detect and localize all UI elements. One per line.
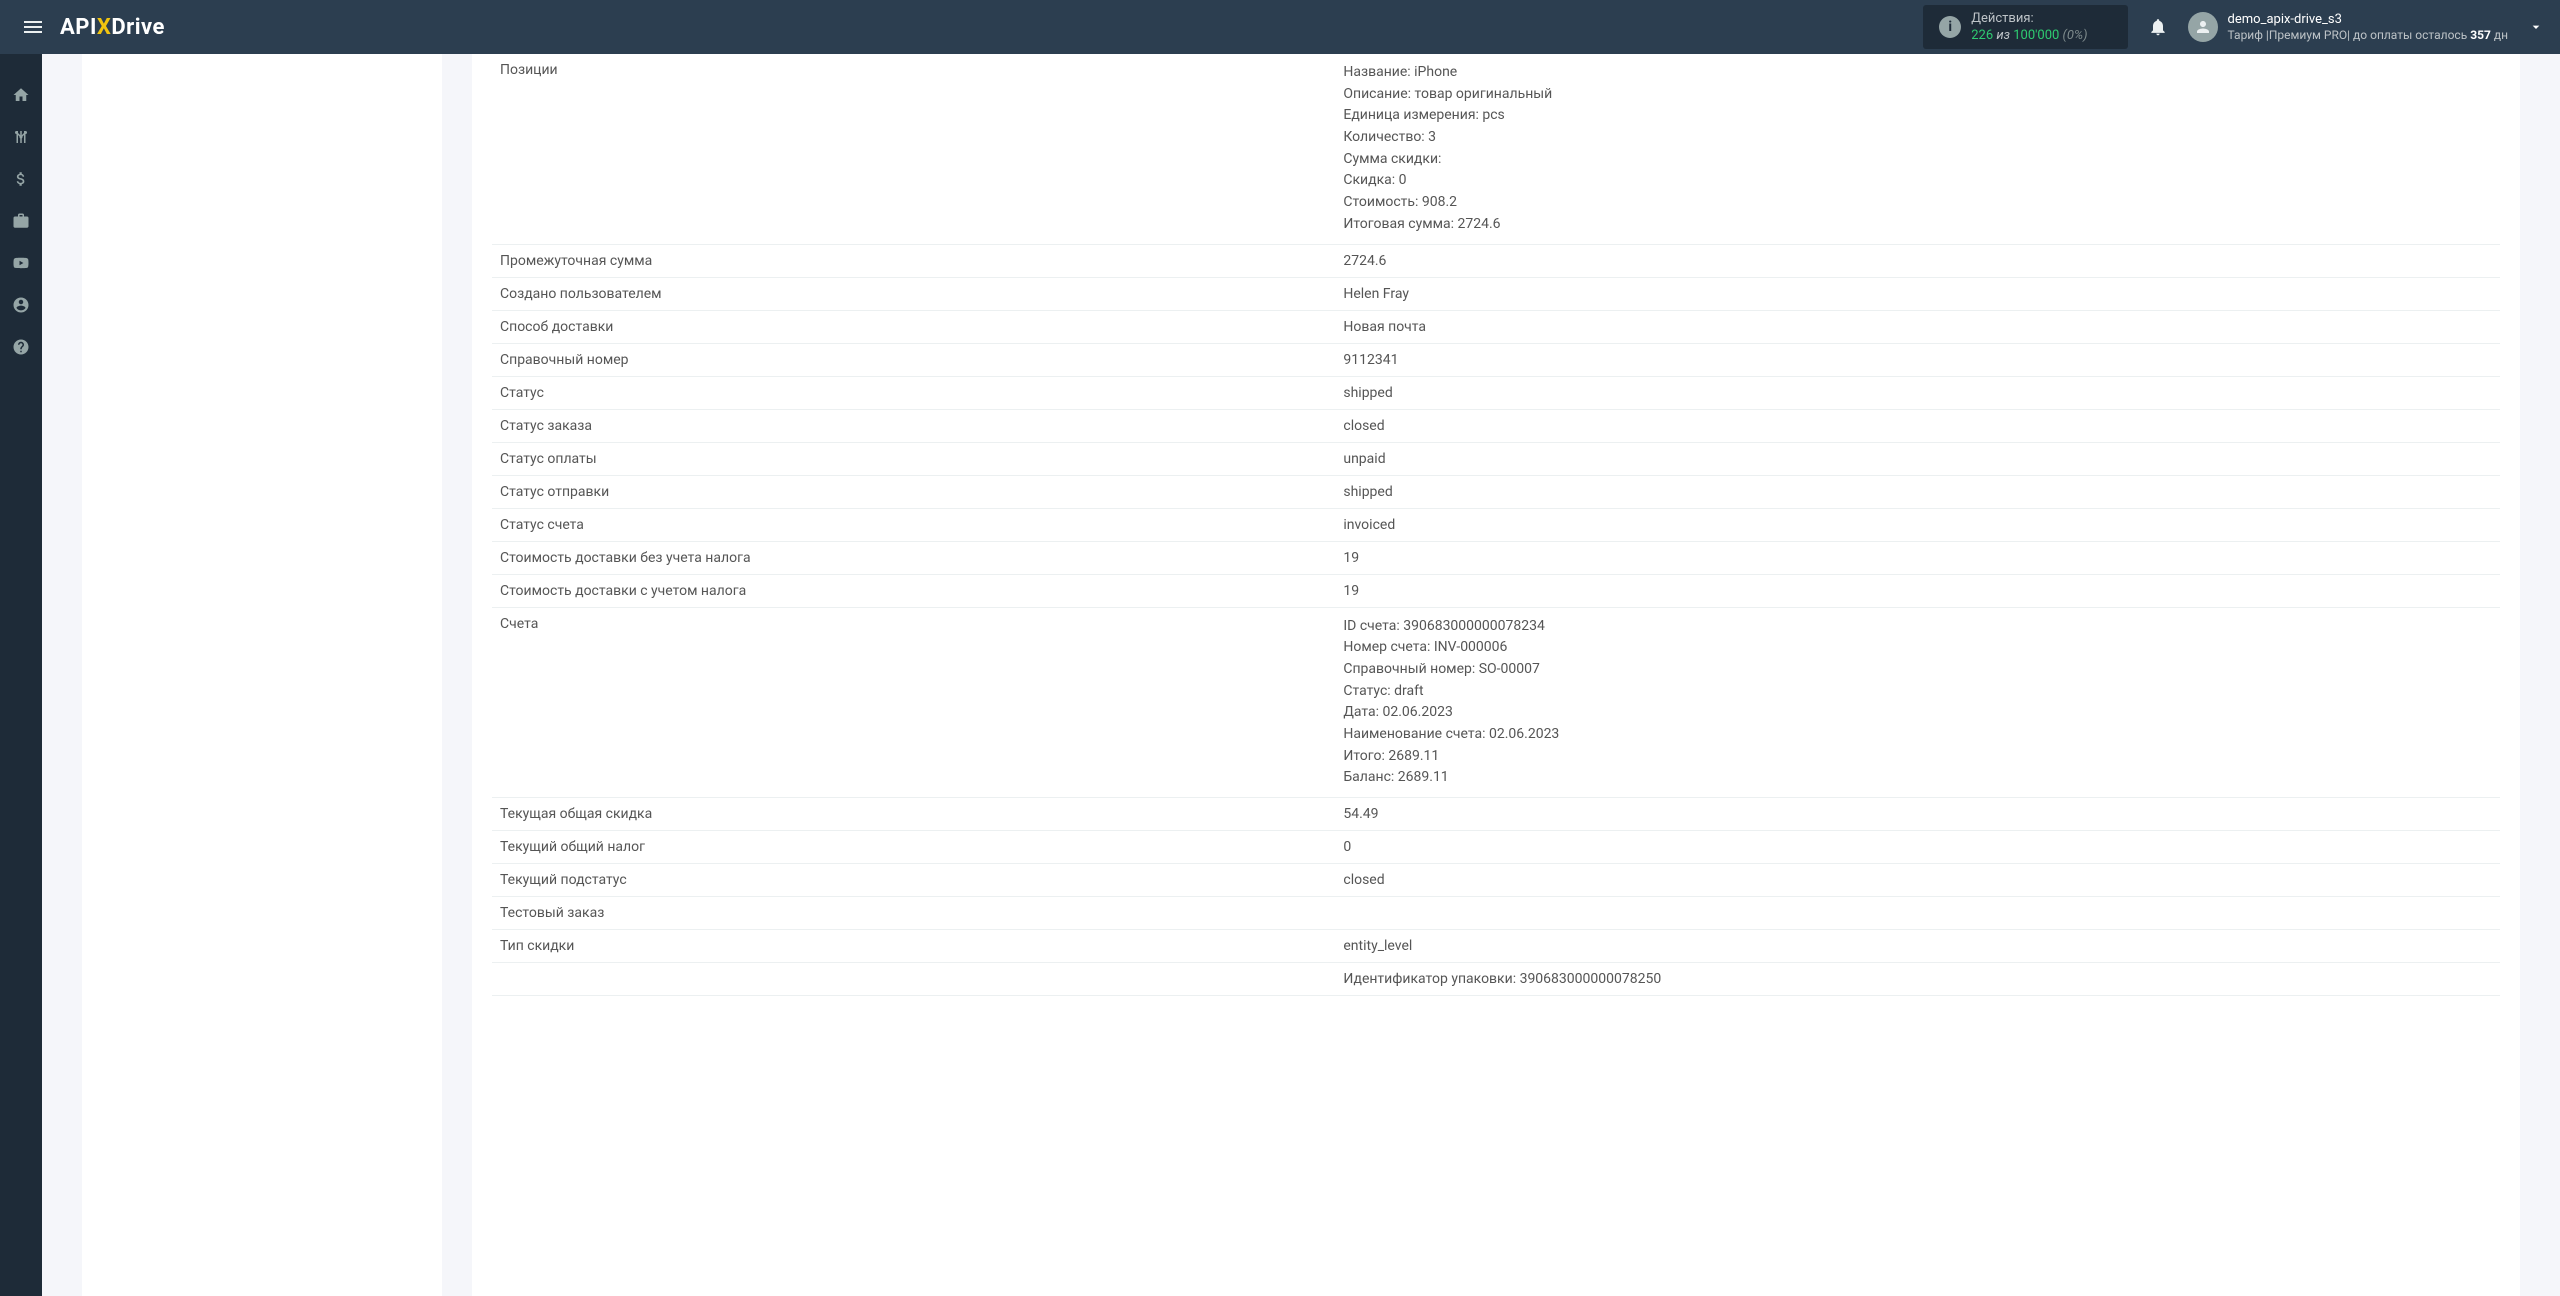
row-label: Статус отправки xyxy=(492,475,1335,508)
row-label: Текущая общая скидка xyxy=(492,798,1335,831)
sidebar-home[interactable] xyxy=(0,74,42,116)
table-row: Статус оплатыunpaid xyxy=(492,442,2500,475)
row-label: Способ доставки xyxy=(492,310,1335,343)
row-value: shipped xyxy=(1335,376,2500,409)
sidebar-connections[interactable] xyxy=(0,116,42,158)
table-row: Промежуточная сумма2724.6 xyxy=(492,244,2500,277)
row-value: Новая почта xyxy=(1335,310,2500,343)
row-value: invoiced xyxy=(1335,508,2500,541)
row-label: Статус xyxy=(492,376,1335,409)
info-icon: i xyxy=(1939,16,1961,38)
actions-values: 226 из 100'000 (0%) xyxy=(1971,28,2087,43)
row-label xyxy=(492,963,1335,996)
row-value: closed xyxy=(1335,864,2500,897)
table-row: ПозицииНазвание: iPhoneОписание: товар о… xyxy=(492,54,2500,244)
table-row: Статус заказаclosed xyxy=(492,409,2500,442)
right-panel: ПозицииНазвание: iPhoneОписание: товар о… xyxy=(472,54,2520,1296)
row-value: entity_level xyxy=(1335,930,2500,963)
row-label: Стоимость доставки с учетом налога xyxy=(492,574,1335,607)
table-row: СчетаID счета: 390683000000078234Номер с… xyxy=(492,607,2500,798)
table-row: Способ доставкиНовая почта xyxy=(492,310,2500,343)
row-value: shipped xyxy=(1335,475,2500,508)
row-value xyxy=(1335,897,2500,930)
row-value: ID счета: 390683000000078234Номер счета:… xyxy=(1335,607,2500,798)
sidebar-briefcase[interactable] xyxy=(0,200,42,242)
logo-api: API xyxy=(60,15,97,40)
row-label: Статус счета xyxy=(492,508,1335,541)
row-value: Helen Fray xyxy=(1335,277,2500,310)
row-value: 2724.6 xyxy=(1335,244,2500,277)
row-label: Тип скидки xyxy=(492,930,1335,963)
logo-x: X xyxy=(97,15,111,40)
user-menu[interactable]: demo_apix-drive_s3 Тариф |Премиум PRO| д… xyxy=(2188,12,2544,42)
main-content: ПозицииНазвание: iPhoneОписание: товар о… xyxy=(42,54,2560,1296)
row-label: Статус оплаты xyxy=(492,442,1335,475)
sidebar-billing[interactable] xyxy=(0,158,42,200)
row-value: 0 xyxy=(1335,831,2500,864)
sidebar-help[interactable] xyxy=(0,326,42,368)
row-label: Позиции xyxy=(492,54,1335,244)
row-value: Название: iPhoneОписание: товар оригинал… xyxy=(1335,54,2500,244)
data-table: ПозицииНазвание: iPhoneОписание: товар о… xyxy=(492,54,2500,996)
table-row: Текущий общий налог0 xyxy=(492,831,2500,864)
sidebar-youtube[interactable] xyxy=(0,242,42,284)
bell-icon[interactable] xyxy=(2148,17,2168,37)
table-row: Текущая общая скидка54.49 xyxy=(492,798,2500,831)
table-row: Стоимость доставки без учета налога19 xyxy=(492,541,2500,574)
hamburger-menu[interactable] xyxy=(16,13,50,41)
actions-label: Действия: xyxy=(1971,11,2087,26)
table-row: Тестовый заказ xyxy=(492,897,2500,930)
row-value: 19 xyxy=(1335,574,2500,607)
sidebar-profile[interactable] xyxy=(0,284,42,326)
row-label: Тестовый заказ xyxy=(492,897,1335,930)
logo-drive: Drive xyxy=(111,15,165,40)
actions-box[interactable]: i Действия: 226 из 100'000 (0%) xyxy=(1923,5,2127,49)
table-row: Статус счетаinvoiced xyxy=(492,508,2500,541)
row-value: closed xyxy=(1335,409,2500,442)
row-value: 19 xyxy=(1335,541,2500,574)
table-row: Статус отправкиshipped xyxy=(492,475,2500,508)
table-row: Текущий подстатусclosed xyxy=(492,864,2500,897)
avatar-icon xyxy=(2188,12,2218,42)
sidebar xyxy=(0,54,42,1296)
user-info: demo_apix-drive_s3 Тариф |Премиум PRO| д… xyxy=(2228,12,2508,42)
table-row: Справочный номер9112341 xyxy=(492,343,2500,376)
logo[interactable]: APIXDrive xyxy=(60,15,165,40)
table-row: Статусshipped xyxy=(492,376,2500,409)
row-value: unpaid xyxy=(1335,442,2500,475)
row-label: Текущий общий налог xyxy=(492,831,1335,864)
left-panel xyxy=(82,54,442,1296)
row-label: Стоимость доставки без учета налога xyxy=(492,541,1335,574)
row-label: Текущий подстатус xyxy=(492,864,1335,897)
table-row: Стоимость доставки с учетом налога19 xyxy=(492,574,2500,607)
row-label: Создано пользователем xyxy=(492,277,1335,310)
row-label: Справочный номер xyxy=(492,343,1335,376)
header: APIXDrive i Действия: 226 из 100'000 (0%… xyxy=(0,0,2560,54)
table-row: Тип скидкиentity_level xyxy=(492,930,2500,963)
table-row: Идентификатор упаковки: 3906830000000782… xyxy=(492,963,2500,996)
table-row: Создано пользователемHelen Fray xyxy=(492,277,2500,310)
row-label: Статус заказа xyxy=(492,409,1335,442)
row-label: Промежуточная сумма xyxy=(492,244,1335,277)
row-label: Счета xyxy=(492,607,1335,798)
row-value: Идентификатор упаковки: 3906830000000782… xyxy=(1335,963,2500,996)
chevron-down-icon xyxy=(2528,19,2544,35)
row-value: 9112341 xyxy=(1335,343,2500,376)
row-value: 54.49 xyxy=(1335,798,2500,831)
